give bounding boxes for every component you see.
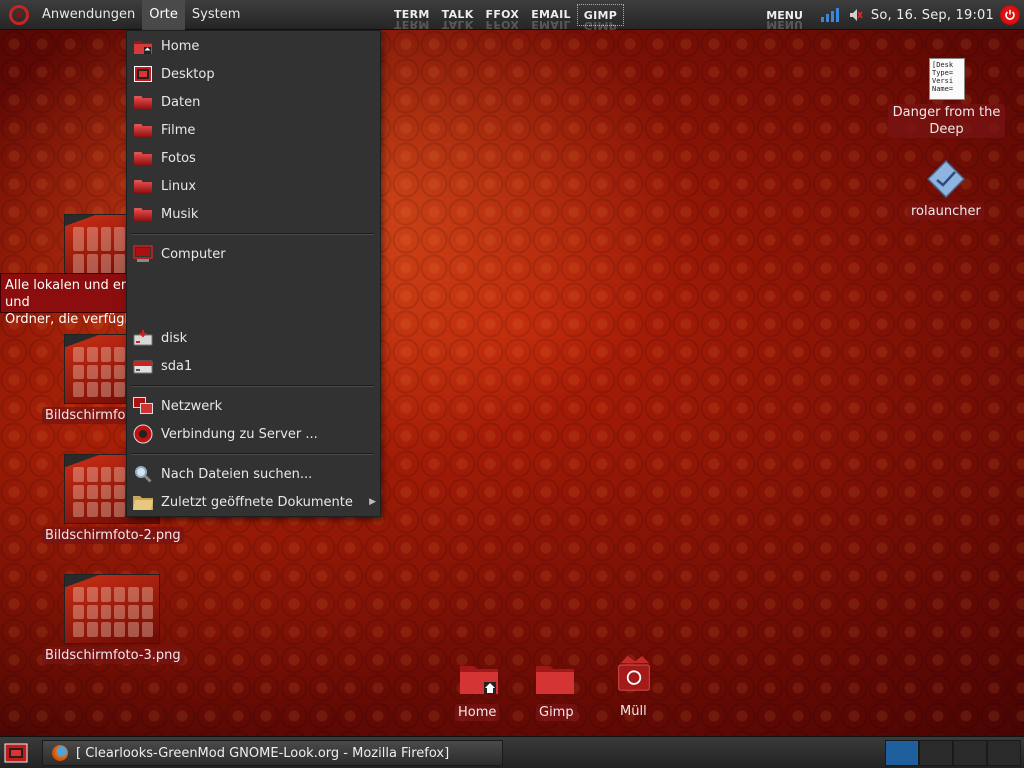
launcher-diamond-icon[interactable] xyxy=(927,160,965,198)
home-desktop-label[interactable]: Home xyxy=(455,704,500,721)
menu-item-sda1[interactable]: sda1 xyxy=(131,353,376,379)
trash-desktop-label[interactable]: Müll xyxy=(617,703,650,720)
launcher-talk[interactable]: TALK TALK xyxy=(436,4,480,31)
system-tray: MENU MENU So, 16. Sep, 19:01 xyxy=(766,0,1024,31)
folder-icon xyxy=(133,93,153,111)
home-folder-desktop-icon[interactable] xyxy=(458,660,500,696)
screenshot-thumbnail-4[interactable] xyxy=(64,574,160,644)
menu-item-netzwerk[interactable]: Netzwerk xyxy=(131,393,376,419)
gimp-folder-desktop-icon[interactable] xyxy=(534,660,576,696)
submenu-arrow-icon: ▶ xyxy=(369,497,376,507)
workspace-2[interactable] xyxy=(919,740,953,766)
launcher-term[interactable]: TERM TERM xyxy=(388,4,436,31)
menu-separator xyxy=(131,385,374,387)
menu-item-nach-dateien-suchen[interactable]: Nach Dateien suchen... xyxy=(131,461,376,487)
folder-icon xyxy=(133,149,153,167)
power-icon[interactable] xyxy=(1000,5,1020,25)
menu-item-computer[interactable]: Computer xyxy=(131,241,376,267)
launcher-ffox[interactable]: FFOX FFOX xyxy=(480,4,526,31)
server-icon xyxy=(133,424,153,444)
screenshot-label-3[interactable]: Bildschirmfoto-3.png xyxy=(42,647,184,664)
launcher-gimp[interactable]: GIMP GIMP xyxy=(576,4,625,32)
desktop-file-icon[interactable]: [Desk Type= Versi Name= xyxy=(929,58,965,100)
gimp-desktop-label[interactable]: Gimp xyxy=(536,704,577,721)
folder-icon xyxy=(133,205,153,223)
menu-item-verbindung-zu-server[interactable]: Verbindung zu Server ... xyxy=(131,421,376,447)
firefox-icon xyxy=(52,745,68,761)
menu-item-linux[interactable]: Linux xyxy=(131,173,376,199)
taskbar-window-title: [ Clearlooks-GreenMod GNOME-Look.org - M… xyxy=(76,745,450,761)
network-icon xyxy=(133,397,153,415)
menu-item-desktop[interactable]: Desktop xyxy=(131,61,376,87)
drive-icon xyxy=(133,329,153,347)
workspace-3[interactable] xyxy=(953,740,987,766)
trash-icon[interactable] xyxy=(613,656,655,692)
launcher-bar: TERM TERM TALK TALK FFOX FFOX EMAIL EMAIL GI… xyxy=(388,0,625,32)
folder-icon xyxy=(133,177,153,195)
desktop-file-label[interactable]: Danger from the Deep xyxy=(888,104,1005,138)
menu-separator xyxy=(131,453,374,455)
menu-item-musik[interactable]: Musik xyxy=(131,201,376,227)
menu-item-fotos[interactable]: Fotos xyxy=(131,145,376,171)
search-icon xyxy=(133,465,153,483)
workspace-switcher xyxy=(885,740,1021,766)
menu-item-filme[interactable]: Filme xyxy=(131,117,376,143)
workspace-1[interactable] xyxy=(885,740,919,766)
screenshot-label-2[interactable]: Bildschirmfoto-2.png xyxy=(42,527,184,544)
computer-icon xyxy=(133,245,153,263)
menu-item-disk[interactable]: disk xyxy=(131,325,376,351)
recent-documents-icon xyxy=(133,493,153,511)
ubuntu-logo-icon[interactable] xyxy=(9,4,29,25)
bottom-panel: [ Clearlooks-GreenMod GNOME-Look.org - M… xyxy=(0,736,1024,768)
menu-item-zuletzt-geoeffnete-dokumente[interactable]: Zuletzt geöffnete Dokumente ▶ xyxy=(131,489,376,515)
drive-icon xyxy=(133,357,153,375)
menu-applications[interactable]: Anwendungen xyxy=(35,0,142,30)
menu-places[interactable]: Orte xyxy=(142,0,185,30)
menu-system[interactable]: System xyxy=(185,0,247,30)
home-folder-icon xyxy=(133,37,153,55)
show-desktop-icon[interactable] xyxy=(4,742,28,764)
volume-muted-icon[interactable] xyxy=(849,8,863,22)
workspace-4[interactable] xyxy=(987,740,1021,766)
taskbar-window-firefox[interactable]: [ Clearlooks-GreenMod GNOME-Look.org - M… xyxy=(42,740,503,766)
menu-item-home[interactable]: Home xyxy=(131,33,376,59)
clock[interactable]: So, 16. Sep, 19:01 xyxy=(871,8,994,23)
launcher-email[interactable]: EMAIL EMAIL xyxy=(525,4,577,31)
menu-separator xyxy=(131,233,374,235)
desktop-icon xyxy=(133,65,153,83)
places-menu: Home Desktop Daten Filme Fotos Linux Mus… xyxy=(126,30,381,517)
folder-icon xyxy=(133,121,153,139)
menu-button[interactable]: MENU MENU xyxy=(766,9,803,31)
rolauncher-label[interactable]: rolauncher xyxy=(908,203,984,220)
top-panel: Anwendungen Orte System TERM TERM TALK TAL… xyxy=(0,0,1024,32)
network-signal-icon[interactable] xyxy=(820,8,839,22)
menu-item-daten[interactable]: Daten xyxy=(131,89,376,115)
